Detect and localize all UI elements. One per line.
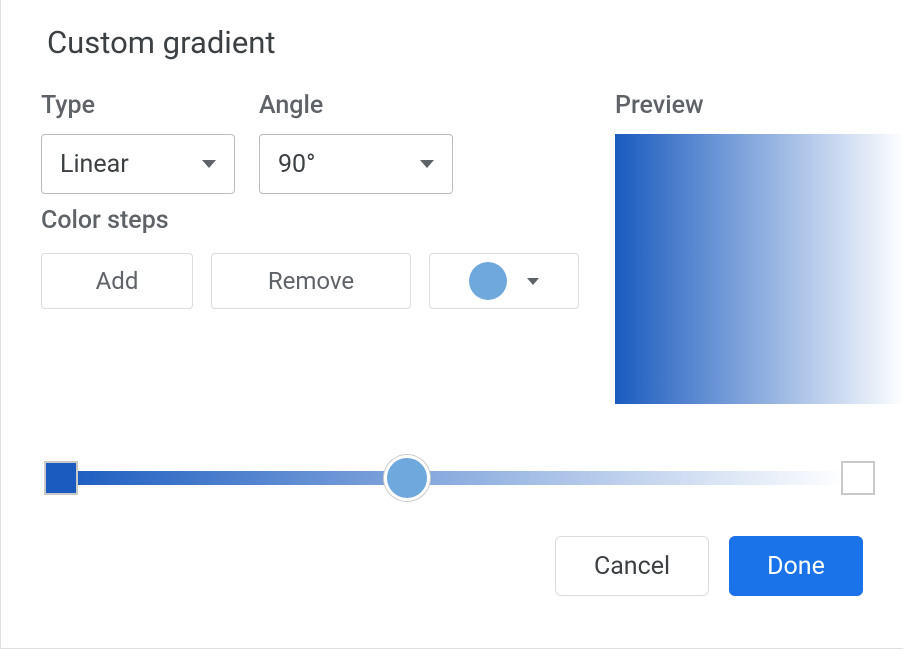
add-button[interactable]: Add <box>41 253 193 309</box>
color-steps-label: Color steps <box>41 206 579 235</box>
dialog-footer: Cancel Done <box>41 536 863 596</box>
angle-select[interactable]: 90° <box>259 134 453 194</box>
type-select[interactable]: Linear <box>41 134 235 194</box>
done-button[interactable]: Done <box>729 536 863 596</box>
field-labels-row: Type Angle <box>41 91 579 120</box>
angle-select-value: 90° <box>278 150 315 179</box>
gradient-slider[interactable] <box>41 456 863 500</box>
type-select-value: Linear <box>60 150 129 179</box>
chevron-down-icon <box>527 278 539 285</box>
slider-thumb[interactable] <box>384 455 430 501</box>
remove-button-label: Remove <box>268 267 354 295</box>
chevron-down-icon <box>202 160 216 168</box>
gradient-preview <box>615 134 904 404</box>
color-steps-row: Add Remove <box>41 253 579 309</box>
angle-label: Angle <box>259 91 323 120</box>
selects-row: Linear 90° <box>41 134 579 194</box>
add-button-label: Add <box>96 267 139 295</box>
color-swatch-select[interactable] <box>429 253 579 309</box>
color-swatch-icon <box>469 262 507 300</box>
gradient-stop-start[interactable] <box>44 461 78 495</box>
type-label: Type <box>41 91 235 120</box>
dialog-title: Custom gradient <box>47 24 863 61</box>
chevron-down-icon <box>420 160 434 168</box>
left-column: Type Angle Linear 90° Color steps Add Re… <box>41 91 579 404</box>
right-column: Preview <box>615 91 904 404</box>
slider-track <box>57 471 847 485</box>
gradient-stop-end[interactable] <box>841 461 875 495</box>
done-button-label: Done <box>767 552 825 581</box>
cancel-button-label: Cancel <box>594 552 670 581</box>
cancel-button[interactable]: Cancel <box>555 536 709 596</box>
top-row: Type Angle Linear 90° Color steps Add Re… <box>41 91 863 404</box>
custom-gradient-dialog: Custom gradient Type Angle Linear 90° Co… <box>0 0 903 649</box>
preview-label: Preview <box>615 91 904 120</box>
remove-button[interactable]: Remove <box>211 253 411 309</box>
